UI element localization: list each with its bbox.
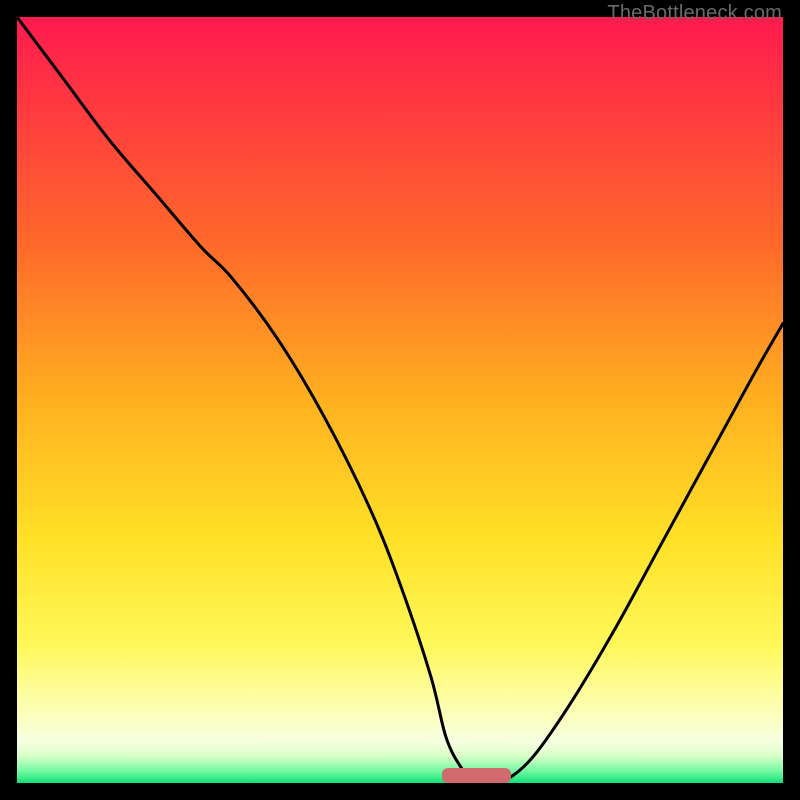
optimal-marker — [442, 768, 511, 783]
plot-area — [17, 17, 783, 783]
watermark-label: TheBottleneck.com — [607, 2, 782, 25]
bottleneck-curve — [17, 17, 783, 783]
chart-frame: TheBottleneck.com — [0, 0, 800, 800]
